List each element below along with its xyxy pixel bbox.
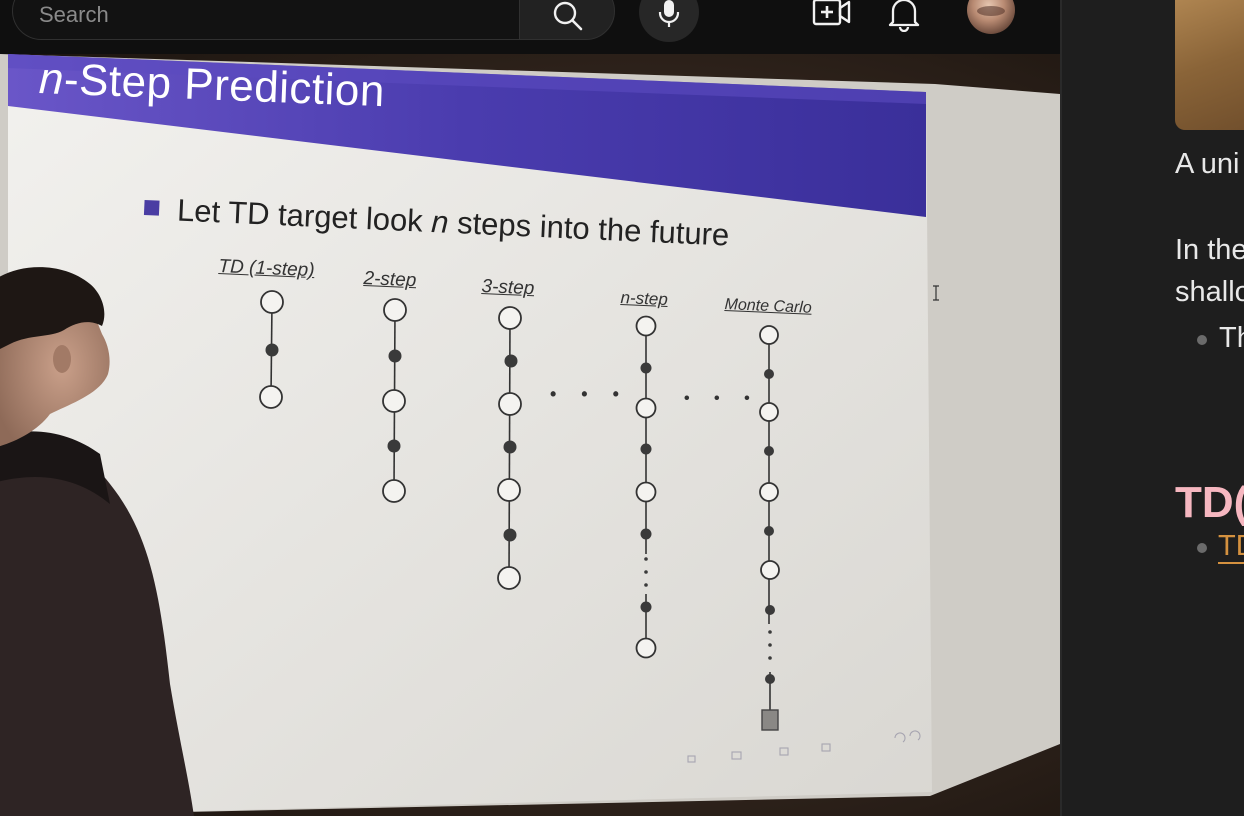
- ellipsis-dots-1: • • •: [550, 384, 629, 404]
- presenter-person: [0, 267, 194, 816]
- side-text-line-3: shallo: [1175, 276, 1244, 308]
- column-label-n-step: n-step: [620, 288, 669, 310]
- column-label-3-step: 3-step: [481, 276, 535, 300]
- bullet-dot-icon: [1197, 543, 1207, 553]
- create-button[interactable]: [812, 0, 852, 32]
- search-input[interactable]: [37, 1, 481, 29]
- avatar[interactable]: [967, 0, 1015, 34]
- column-label-monte-carlo: Monte Carlo: [724, 296, 813, 317]
- side-text-line-2: In the: [1175, 234, 1244, 266]
- ellipsis-dots-2: • • •: [684, 390, 760, 407]
- thumbnail-image[interactable]: [1175, 0, 1244, 130]
- bullet-dot-icon: [1197, 335, 1207, 345]
- top-bar: [0, 0, 1060, 54]
- notifications-button[interactable]: [886, 0, 922, 33]
- side-link[interactable]: TD: [1218, 530, 1244, 564]
- notifications-bell-icon: [888, 0, 920, 33]
- create-video-icon: [812, 0, 851, 26]
- video-player[interactable]: n-Step Prediction Let TD target look n s…: [0, 54, 1060, 816]
- microphone-icon: [658, 0, 680, 27]
- side-bullet-text: Th: [1219, 322, 1244, 354]
- search-icon: [553, 1, 583, 31]
- side-panel: A uni In the shallo Th TD( TD: [1062, 0, 1244, 816]
- side-heading: TD(: [1175, 478, 1244, 527]
- voice-search-button[interactable]: [639, 0, 699, 42]
- side-text-line-1: A uni: [1175, 148, 1240, 180]
- column-label-2-step: 2-step: [363, 268, 417, 292]
- column-label-td-1-step: TD (1-step): [218, 256, 315, 282]
- search-box[interactable]: [12, 0, 519, 40]
- search-button[interactable]: [519, 0, 615, 40]
- bullet-square-icon: [143, 199, 160, 216]
